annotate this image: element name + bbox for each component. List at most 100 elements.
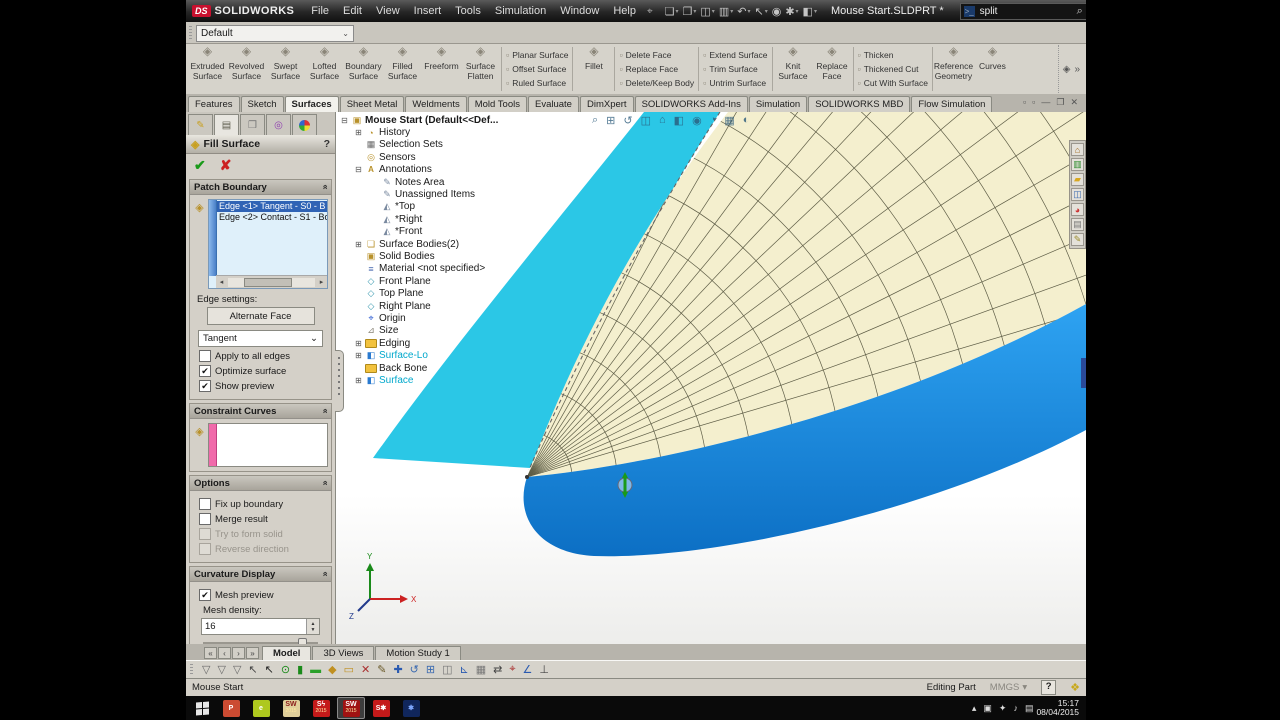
save-icon[interactable]: ◫ ▾ — [700, 5, 714, 18]
ribbon-filled-surface[interactable]: ◈ Filled Surface — [383, 45, 422, 93]
scroll-right-icon[interactable]: ▸ — [316, 278, 327, 286]
cancel-button[interactable]: ✘ — [220, 157, 232, 174]
menu-edit[interactable]: Edit — [336, 5, 369, 17]
taskpane-file-explorer-icon[interactable]: ▰ — [1071, 173, 1084, 186]
menu-view[interactable]: View — [369, 5, 407, 17]
tree-item-solid-bodies[interactable]: ▣ Solid Bodies — [340, 250, 498, 262]
tree-item-mouse-start-default-def[interactable]: ⊟ ▣ Mouse Start (Default<<Def... — [340, 114, 498, 126]
tool-icon-13[interactable]: ↺ — [410, 663, 419, 676]
ribbon-swept-surface[interactable]: ◈ Swept Surface — [266, 45, 305, 93]
new-document-icon[interactable]: ❏ ▾ — [665, 5, 679, 18]
start-button[interactable] — [188, 697, 216, 719]
curvature-control-dropdown[interactable]: Tangent ⌄ — [198, 330, 323, 347]
ribbon-trim-surface[interactable]: ▫ Trim Surface — [703, 63, 767, 76]
taskpane-design-library-icon[interactable]: ▥ — [1071, 158, 1084, 171]
tab-features[interactable]: Features — [188, 96, 240, 112]
mesh-density-spinner[interactable]: 16 ▲ ▼ — [201, 618, 320, 635]
tab-mold-tools[interactable]: Mold Tools — [467, 96, 527, 112]
taskpane-home-icon[interactable]: ⌂ — [1071, 143, 1084, 156]
tab-solidworks-mbd[interactable]: SOLIDWORKS MBD — [808, 96, 911, 112]
view-orientation-icon[interactable]: ⌂ — [659, 114, 666, 127]
tray-display-icon[interactable]: ▣ — [983, 703, 992, 714]
doc-restore-icon[interactable]: ❐ — [1056, 97, 1064, 108]
ribbon-overflow[interactable]: ◈» — [1057, 45, 1084, 93]
print-icon[interactable]: ▥ ▾ — [719, 5, 733, 18]
ribbon-knit-surface[interactable]: ◈ Knit Surface — [774, 45, 813, 93]
menu-file[interactable]: File — [304, 5, 336, 17]
tree-item-right-plane[interactable]: ◇ Right Plane — [340, 300, 498, 312]
taskbar-composer-player[interactable]: ✱ — [397, 697, 425, 719]
tool-icon-1[interactable]: ▽ — [217, 663, 225, 676]
tool-icon-10[interactable]: ✕ — [361, 663, 370, 676]
expand-icon[interactable]: ⊞ — [354, 240, 363, 249]
pin-menu-icon[interactable]: ⌖ — [647, 6, 653, 17]
expand-icon[interactable]: ⊞ — [354, 351, 363, 360]
edit-appearance-icon[interactable]: ◔ — [710, 114, 717, 127]
taskbar-powerpoint[interactable]: P — [217, 697, 245, 719]
scroll-left-icon[interactable]: ◂ — [216, 278, 227, 286]
tab-model[interactable]: Model — [262, 646, 312, 660]
menu-window[interactable]: Window — [553, 5, 606, 17]
collapse-icon[interactable]: ⊟ — [354, 165, 363, 174]
ribbon-fillet[interactable]: ◈ Fillet — [574, 45, 613, 93]
tree-item-back-bone[interactable]: Back Bone — [340, 362, 498, 374]
doc-minimize-icon[interactable]: — — [1041, 97, 1050, 108]
tab-solidworks-add-ins[interactable]: SOLIDWORKS Add-Ins — [634, 96, 748, 112]
search-icon[interactable]: ⌕ — [1077, 5, 1083, 18]
featuremanager-tab[interactable]: ✎ — [188, 114, 213, 135]
tree-item-origin[interactable]: ⌖ Origin — [340, 312, 498, 324]
configurationmanager-tab[interactable]: ❒ — [240, 114, 265, 135]
tool-icon-3[interactable]: ↖ — [248, 663, 257, 676]
menu-tools[interactable]: Tools — [448, 5, 488, 17]
constraint-curves-header[interactable]: Constraint Curves » — [190, 404, 331, 419]
tab-sheet-metal[interactable]: Sheet Metal — [339, 96, 405, 112]
tab-nav-icon-3[interactable]: » — [246, 647, 259, 659]
tray-volume-icon[interactable]: ♪ — [1013, 703, 1018, 713]
ribbon-reference-geometry[interactable]: ◈ Reference Geometry — [934, 45, 973, 93]
tray-power-icon[interactable]: ✦ — [999, 703, 1007, 714]
tab-sketch[interactable]: Sketch — [240, 96, 284, 112]
ribbon-untrim-surface[interactable]: ▫ Untrim Surface — [703, 77, 767, 90]
tab-nav-icon-0[interactable]: « — [204, 647, 217, 659]
taskbar-edrawings[interactable]: e — [247, 697, 275, 719]
taskpane-view-palette-icon[interactable]: ◫ — [1071, 188, 1084, 201]
search-scope-icon[interactable]: >_ — [963, 5, 975, 17]
apply-scene-icon[interactable]: ▦ — [724, 114, 734, 127]
curvature-display-header[interactable]: Curvature Display » — [190, 567, 331, 582]
options-icon[interactable]: ✱ ▾ — [785, 5, 798, 18]
tool-icon-8[interactable]: ◆ — [328, 663, 336, 676]
ribbon-surface-flatten[interactable]: ◈ Surface Flatten — [461, 45, 500, 93]
ribbon-revolved-surface[interactable]: ◈ Revolved Surface — [227, 45, 266, 93]
toolbar-grip[interactable] — [189, 26, 192, 40]
ribbon-replace-face[interactable]: ▫ Replace Face — [619, 63, 694, 76]
tool-icon-5[interactable]: ⊙ — [281, 663, 290, 676]
tree-item-size[interactable]: ⊿ Size — [340, 325, 498, 337]
previous-view-icon[interactable]: ↺ — [623, 114, 632, 127]
tray-pen-icon[interactable]: ▤ — [1025, 703, 1034, 714]
scrollbar-track[interactable] — [228, 277, 315, 287]
tool-icon-20[interactable]: ∠ — [523, 663, 533, 676]
doc-close-icon[interactable]: ✕ — [1070, 97, 1078, 108]
ribbon-replace-face[interactable]: ◈ Replace Face — [813, 45, 852, 93]
ribbon-ruled-surface[interactable]: ▫ Ruled Surface — [506, 77, 568, 90]
menu-insert[interactable]: Insert — [407, 5, 449, 17]
ribbon-thicken[interactable]: ▫ Thicken — [858, 49, 928, 62]
doc-window-icon[interactable]: ▫ — [1023, 97, 1026, 108]
taskbar-sw-electrical[interactable]: Sϟ 2015 — [307, 697, 335, 719]
graphics-viewport[interactable]: YXZ ⊟ ▣ Mouse Start (Default<<Def... ⊞ ◔ Hist… — [336, 112, 1086, 644]
spinner-arrows-icon[interactable]: ▲ ▼ — [306, 619, 319, 634]
tool-icon-18[interactable]: ⇄ — [493, 663, 502, 676]
tool-icon-21[interactable]: ⊥ — [539, 663, 549, 676]
boundary-selection-list[interactable]: Edge <1> Tangent - S0 - B Edge <2> Contac… — [208, 199, 328, 289]
tool-icon-2[interactable]: ▽ — [233, 663, 241, 676]
ribbon-curves[interactable]: ◈ Curves — [973, 45, 1012, 93]
search-input[interactable] — [977, 4, 1074, 18]
ribbon-thickened-cut[interactable]: ▫ Thickened Cut — [858, 63, 928, 76]
tool-icon-4[interactable]: ↖ — [265, 663, 274, 676]
zoom-fit-icon[interactable]: ⌕ — [592, 114, 598, 127]
taskpane-custom-properties-icon[interactable]: ▤ — [1071, 218, 1084, 231]
tool-icon-7[interactable]: ▬ — [310, 664, 321, 676]
ribbon-lofted-surface[interactable]: ◈ Lofted Surface — [305, 45, 344, 93]
tab-3d-views[interactable]: 3D Views — [312, 646, 375, 660]
checkbox-fix-up-boundary[interactable]: Fix up boundary — [199, 498, 322, 510]
